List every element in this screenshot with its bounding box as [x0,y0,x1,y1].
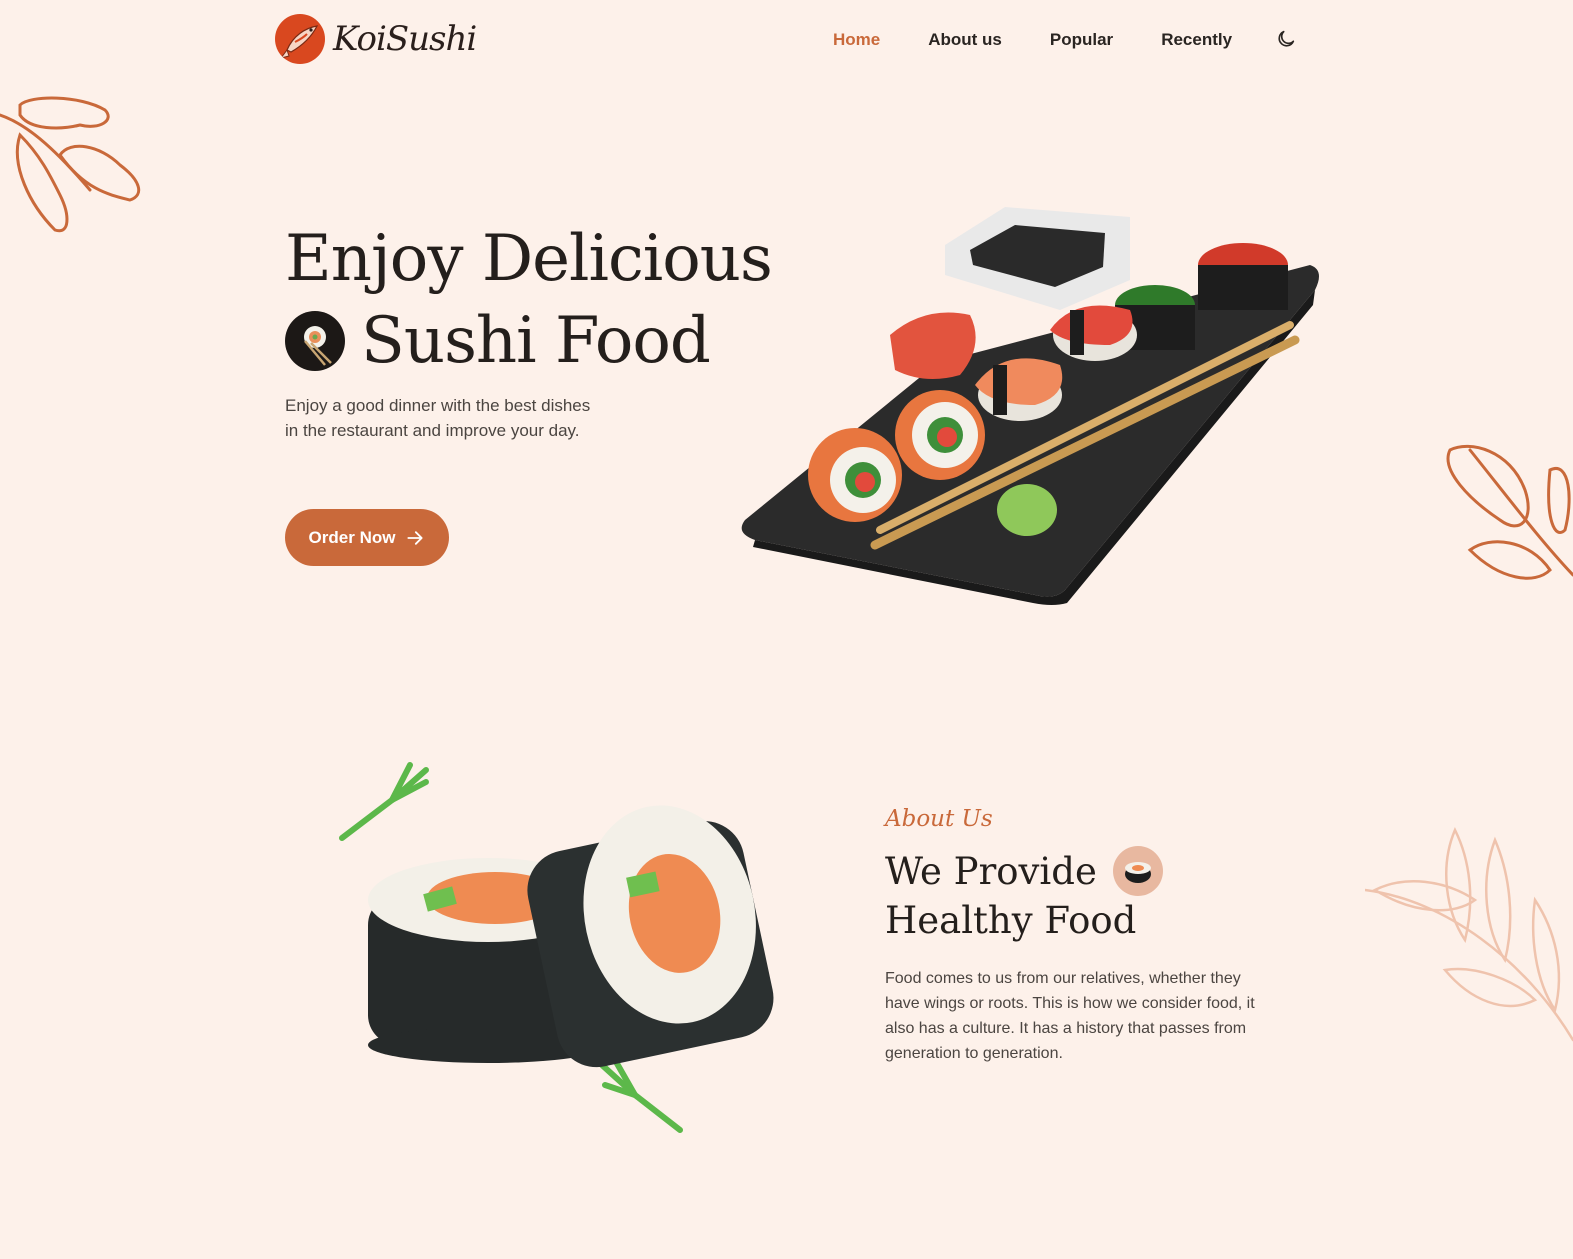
order-now-button[interactable]: Order Now [285,509,449,566]
about-title-line1: We Provide [885,849,1097,893]
hero-title-line1: Enjoy Delicious [285,222,773,296]
sushi-chopsticks-icon [285,311,345,371]
hero-title-line2: Sushi Food [361,304,711,378]
koi-fish-icon [275,14,325,64]
arrow-right-icon [407,530,424,545]
about-description: Food comes to us from our relatives, whe… [885,970,1255,1062]
nav-about-us[interactable]: About us [928,30,1002,50]
leaf-decoration-bottom-right [1365,827,1573,1042]
order-now-label: Order Now [308,527,396,547]
leaf-decoration-top-left [0,96,141,233]
moon-icon[interactable] [1275,28,1297,50]
about-title-line2: Healthy Food [885,899,1137,942]
brand-logo[interactable]: KoiSushi [275,14,477,64]
about-subtitle: About Us [885,806,993,832]
sushi-platter-image [741,207,1319,605]
nav-recently[interactable]: Recently [1161,30,1232,50]
sushi-rolls-image [339,762,774,1133]
hero-title: Enjoy Delicious Sushi Food [285,218,773,382]
nav-home[interactable]: Home [833,30,880,50]
sushi-roll-icon [1112,846,1163,896]
about-title: We Provide Healthy Food [885,846,1163,945]
leaf-decoration-right [1446,444,1573,580]
hero-description: Enjoy a good dinner with the best dishes… [285,396,591,440]
brand-name: KoiSushi [333,19,477,59]
main-nav: Home About us Popular Recently [833,30,1280,50]
nav-popular[interactable]: Popular [1050,30,1113,50]
